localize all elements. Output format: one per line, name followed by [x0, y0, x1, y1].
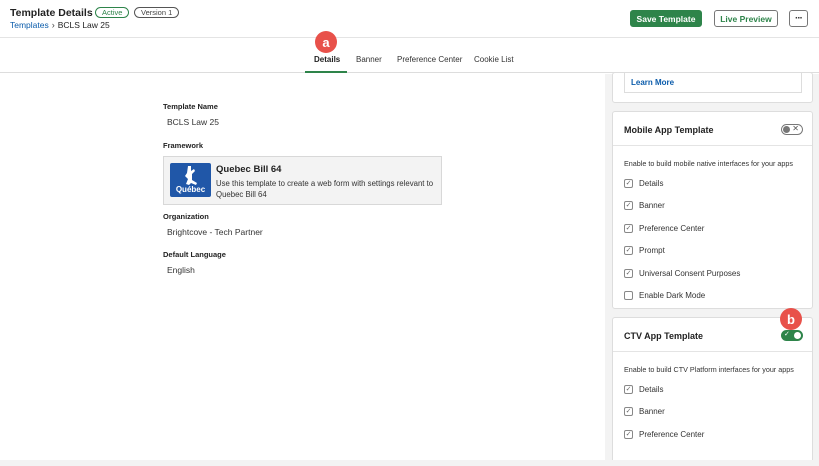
ctv-app-template-title: CTV App Template — [624, 331, 704, 341]
default-language-label: Default Language — [163, 250, 226, 259]
page-title: Template Details — [10, 7, 93, 19]
framework-label: Framework — [163, 141, 204, 150]
page-header: Template Details Active Version 1 Templa… — [0, 0, 819, 38]
checkbox-checked[interactable]: ✓ — [624, 201, 633, 210]
ctv-card-description: Enable to build CTV Platform interfaces … — [624, 365, 794, 374]
option-label: Universal Consent Purposes — [639, 269, 741, 278]
framework-name: Quebec Bill 64 — [216, 164, 282, 175]
checkbox-checked[interactable]: ✓ — [624, 407, 633, 416]
breadcrumb-templates-link[interactable]: Templates — [10, 20, 49, 30]
more-icon: ··· — [795, 13, 803, 24]
bottom-edge — [0, 460, 819, 466]
mobile-app-template-title: Mobile App Template — [624, 125, 714, 135]
checkbox-checked[interactable]: ✓ — [624, 179, 633, 188]
ctv-option-preference-center[interactable]: ✓ Preference Center — [624, 430, 704, 439]
close-icon: ✕ — [792, 124, 799, 133]
tab-cookie-list[interactable]: Cookie List — [474, 55, 514, 64]
framework-card: Québec Quebec Bill 64 Use this template … — [163, 156, 442, 205]
mobile-option-prompt[interactable]: ✓ Prompt — [624, 246, 665, 255]
tab-bar: Details Banner Preference Center Cookie … — [0, 38, 819, 73]
checkbox-checked[interactable]: ✓ — [624, 385, 633, 394]
mobile-option-preference-center[interactable]: ✓ Preference Center — [624, 224, 704, 233]
ctv-app-template-card: CTV App Template ✓ Enable to build CTV P… — [612, 317, 813, 465]
ctv-option-details[interactable]: ✓ Details — [624, 385, 663, 394]
chevron-right-icon: › — [51, 20, 55, 30]
active-tab-indicator — [305, 71, 347, 73]
checkbox-checked[interactable]: ✓ — [624, 430, 633, 439]
annotation-marker-a: a — [315, 31, 337, 53]
option-label: Prompt — [639, 246, 665, 255]
mobile-app-template-toggle[interactable]: ✕ — [781, 124, 803, 135]
check-icon: ✓ — [784, 331, 790, 338]
save-template-button[interactable]: Save Template — [630, 10, 702, 27]
template-name-value: BCLS Law 25 — [167, 117, 219, 127]
mobile-card-header: Mobile App Template ✕ — [613, 112, 812, 146]
version-badge: Version 1 — [134, 7, 180, 18]
template-name-label: Template Name — [163, 102, 218, 111]
toggle-knob — [783, 126, 790, 133]
annotation-marker-b: b — [780, 308, 802, 330]
organization-value: Brightcove - Tech Partner — [167, 227, 263, 237]
details-panel: Template Name BCLS Law 25 Framework Québ… — [0, 74, 605, 466]
option-label: Banner — [639, 407, 665, 416]
learn-more-card: Learn More — [612, 72, 813, 103]
checkbox-checked[interactable]: ✓ — [624, 246, 633, 255]
status-badge: Active — [95, 7, 130, 18]
checkbox-unchecked[interactable] — [624, 291, 633, 300]
mobile-option-banner[interactable]: ✓ Banner — [624, 201, 665, 210]
learn-more-box: Learn More — [624, 73, 802, 93]
ctv-option-banner[interactable]: ✓ Banner — [624, 407, 665, 416]
mobile-option-details[interactable]: ✓ Details — [624, 179, 663, 188]
quebec-logo-text: Québec — [175, 185, 206, 194]
learn-more-link[interactable]: Learn More — [631, 78, 674, 87]
toggle-knob — [794, 332, 801, 339]
ctv-app-template-toggle[interactable]: ✓ — [781, 330, 803, 341]
option-label: Preference Center — [639, 430, 705, 439]
more-options-button[interactable]: ··· — [789, 10, 808, 27]
mobile-card-description: Enable to build mobile native interfaces… — [624, 159, 794, 168]
default-language-value: English — [167, 265, 195, 275]
framework-description: Use this template to create a web form w… — [216, 179, 434, 199]
breadcrumb-current: BCLS Law 25 — [57, 20, 110, 30]
option-label: Details — [639, 179, 664, 188]
option-label: Preference Center — [639, 224, 705, 233]
tab-details[interactable]: Details — [314, 55, 340, 64]
breadcrumb: Templates › BCLS Law 25 — [10, 20, 110, 30]
tab-banner[interactable]: Banner — [356, 55, 382, 64]
option-label: Banner — [639, 201, 665, 210]
mobile-app-template-card: Mobile App Template ✕ Enable to build mo… — [612, 111, 813, 309]
checkbox-checked[interactable]: ✓ — [624, 269, 633, 278]
checkbox-checked[interactable]: ✓ — [624, 224, 633, 233]
mobile-option-dark-mode[interactable]: Enable Dark Mode — [624, 291, 705, 300]
organization-label: Organization — [163, 212, 209, 221]
option-label: Enable Dark Mode — [639, 291, 706, 300]
mobile-option-universal-consent[interactable]: ✓ Universal Consent Purposes — [624, 269, 740, 278]
tab-preference-center[interactable]: Preference Center — [397, 55, 462, 64]
quebec-logo-icon: Québec — [170, 163, 211, 197]
option-label: Details — [639, 385, 664, 394]
live-preview-button[interactable]: Live Preview — [714, 10, 778, 27]
app-templates-panel[interactable]: Learn More Mobile App Template ✕ Enable … — [605, 72, 819, 466]
